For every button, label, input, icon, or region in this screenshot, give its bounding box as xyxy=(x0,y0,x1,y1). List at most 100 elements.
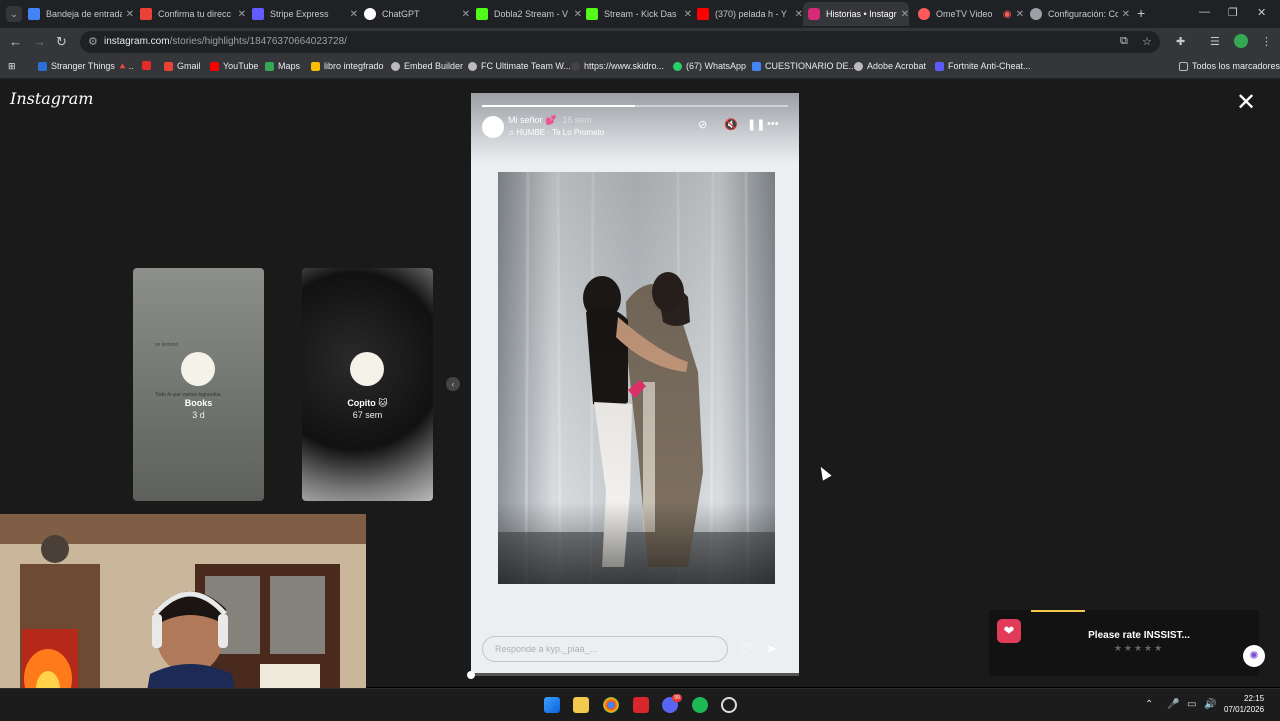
minimize-button[interactable]: — xyxy=(1199,6,1210,18)
tab-instagram-stories[interactable]: Historias • Instagr ✕ xyxy=(803,2,909,26)
tab-settings[interactable]: Configuración: Co ✕ xyxy=(1030,2,1130,26)
bookmark-red[interactable] xyxy=(142,61,155,70)
tab-title: Dobla2 Stream - V xyxy=(494,9,569,19)
network-icon[interactable]: ▭ xyxy=(1187,699,1196,710)
address-bar[interactable]: ⚙ instagram.com/stories/highlights/18476… xyxy=(80,31,1160,53)
story-music[interactable]: ♫ HUMBE · Te Lo Prometo xyxy=(508,128,604,137)
heart-icon[interactable]: ♡ xyxy=(739,640,752,658)
chrome-menu-icon[interactable]: ⋮ xyxy=(1261,35,1272,48)
instagram-logo[interactable]: Instagram xyxy=(10,89,93,108)
inssist-rating-popup[interactable]: ❤ Please rate INSSIST... ★★★★★ xyxy=(989,610,1259,676)
more-options-icon[interactable]: ••• xyxy=(767,118,779,130)
story-preview-copito[interactable]: Copito 🐱 67 sem xyxy=(302,268,433,501)
tab-kick-dashboard[interactable]: Stream - Kick Das ✕ xyxy=(586,2,692,26)
gmail-icon xyxy=(28,8,40,20)
close-tab-icon[interactable]: ✕ xyxy=(350,9,358,20)
site-info-icon[interactable]: ⚙ xyxy=(88,35,98,48)
bookmark-maps[interactable]: Maps xyxy=(265,61,300,71)
close-tab-icon[interactable]: ✕ xyxy=(462,9,470,20)
chrome-icon[interactable] xyxy=(603,697,619,713)
story-preview-books[interactable]: se terminó Todo lo que vamos lograndos. … xyxy=(133,268,264,501)
tab-chatgpt[interactable]: ChatGPT ✕ xyxy=(364,2,470,26)
tab-title: Bandeja de entrada xyxy=(46,9,122,19)
bookmark-gmail[interactable]: Gmail xyxy=(164,61,201,71)
story-username[interactable]: Mi señor 💕 xyxy=(508,115,556,125)
stripe-icon xyxy=(252,8,264,20)
pause-icon[interactable]: ❚❚ xyxy=(747,118,765,131)
mute-icon[interactable]: 🔇 xyxy=(724,118,738,131)
tab-gmail-inbox[interactable]: Bandeja de entrada ✕ xyxy=(28,2,134,26)
back-button[interactable]: ← xyxy=(9,34,22,49)
tab-search-icon[interactable]: ☰ xyxy=(1210,35,1220,48)
forward-button[interactable]: → xyxy=(33,34,46,49)
bookmark-whatsapp[interactable]: (67) WhatsApp xyxy=(673,61,746,71)
send-icon[interactable]: ➤ xyxy=(766,641,777,657)
system-clock[interactable]: 22:15 07/01/2026 xyxy=(1224,693,1264,715)
close-tab-icon[interactable]: ✕ xyxy=(1122,9,1130,20)
hide-icon[interactable]: ⊘ xyxy=(698,118,707,131)
story-user[interactable]: Mi señor 💕 16 sem xyxy=(508,115,592,126)
bookmark-stranger-things[interactable]: Stranger Things 🔺.. xyxy=(38,61,134,72)
tab-ometv[interactable]: OmeTV Video ◉ ✕ xyxy=(918,2,1024,26)
preview-name: Books xyxy=(184,398,213,408)
whatsapp-icon xyxy=(673,61,682,71)
wps-office-icon[interactable] xyxy=(633,697,649,713)
tab-youtube[interactable]: (370) pelada h - Y ✕ xyxy=(697,2,803,26)
close-window-button[interactable]: ✕ xyxy=(1257,6,1266,19)
bookmark-libro[interactable]: libro integfrado xyxy=(311,61,384,71)
close-tab-icon[interactable]: ✕ xyxy=(1016,9,1024,20)
file-explorer-icon[interactable] xyxy=(573,697,589,713)
bookmark-fc-ultimate[interactable]: FC Ultimate Team W... xyxy=(468,61,571,71)
reload-button[interactable]: ↻ xyxy=(56,34,67,50)
close-tab-icon[interactable]: ✕ xyxy=(684,9,692,20)
close-tab-icon[interactable]: ✕ xyxy=(126,9,134,20)
close-tab-icon[interactable]: ✕ xyxy=(795,9,803,20)
all-bookmarks-folder[interactable]: Todos los marcadores xyxy=(1179,61,1280,71)
microphone-icon[interactable]: 🎤 xyxy=(1167,699,1179,710)
instagram-icon xyxy=(808,8,820,20)
bookmark-cuestionario[interactable]: CUESTIONARIO DE... xyxy=(752,61,856,71)
extensions-icon[interactable]: ✚ xyxy=(1176,35,1185,48)
close-tab-icon[interactable]: ✕ xyxy=(574,9,582,20)
globe-icon xyxy=(854,61,863,71)
new-tab-button[interactable]: + xyxy=(1137,5,1145,21)
chevron-up-icon[interactable]: ⌃ xyxy=(1145,699,1153,710)
chevron-left-icon[interactable]: ‹ xyxy=(446,377,460,391)
bookmark-youtube[interactable]: YouTube xyxy=(210,61,258,71)
bookmark-favicon xyxy=(142,61,151,70)
install-app-icon[interactable]: ⧉ xyxy=(1120,35,1128,48)
obs-icon[interactable] xyxy=(721,697,737,713)
bookmark-skidrow[interactable]: https://www.skidro... xyxy=(571,61,664,71)
tab-kick-dobla2[interactable]: Dobla2 Stream - V ✕ xyxy=(476,2,582,26)
restore-button[interactable]: ❐ xyxy=(1228,6,1238,19)
profile-avatar[interactable] xyxy=(1234,34,1248,48)
volume-icon[interactable]: 🔊 xyxy=(1204,699,1216,710)
tab-title: ChatGPT xyxy=(382,9,420,19)
tab-title: Confirma tu direcc xyxy=(158,9,232,19)
apps-icon[interactable]: ⊞ xyxy=(8,61,16,72)
inssist-brain-icon[interactable]: ✺ xyxy=(1243,645,1265,667)
bookmark-star-icon[interactable]: ☆ xyxy=(1142,35,1152,48)
close-tab-icon[interactable]: ✕ xyxy=(238,9,246,20)
story-timestamp: 16 sem xyxy=(562,115,592,125)
story-viewer[interactable]: Mi señor 💕 16 sem ♫ HUMBE · Te Lo Prometo… xyxy=(471,93,799,676)
url-text: instagram.com/stories/highlights/1847637… xyxy=(104,36,347,47)
couple-photo xyxy=(498,171,775,585)
tab-stripe[interactable]: Stripe Express ✕ xyxy=(252,2,358,26)
heart-icon: ❤ xyxy=(997,619,1021,643)
reply-input[interactable]: Responde a kyp._piaa_... xyxy=(482,636,728,662)
close-tab-icon[interactable]: ✕ xyxy=(901,9,909,20)
rating-stars[interactable]: ★★★★★ xyxy=(1049,643,1229,654)
tab-confirm-address[interactable]: Confirma tu direcc ✕ xyxy=(140,2,246,26)
bookmark-fortnite[interactable]: Fortnite Anti-Cheat... xyxy=(935,61,1031,71)
tab-search-button[interactable]: ⌄ xyxy=(6,6,22,22)
bookmark-embed-builder[interactable]: Embed Builder xyxy=(391,61,463,71)
video-seek-bar[interactable] xyxy=(471,673,799,676)
avatar[interactable] xyxy=(482,116,504,138)
windows-start-icon[interactable] xyxy=(544,697,560,713)
spotify-icon[interactable] xyxy=(692,697,708,713)
video-seek-handle[interactable] xyxy=(467,671,475,679)
clock-time: 22:15 xyxy=(1244,694,1265,703)
bookmark-adobe-acrobat[interactable]: Adobe Acrobat xyxy=(854,61,926,71)
close-stories-icon[interactable]: ✕ xyxy=(1236,91,1256,115)
